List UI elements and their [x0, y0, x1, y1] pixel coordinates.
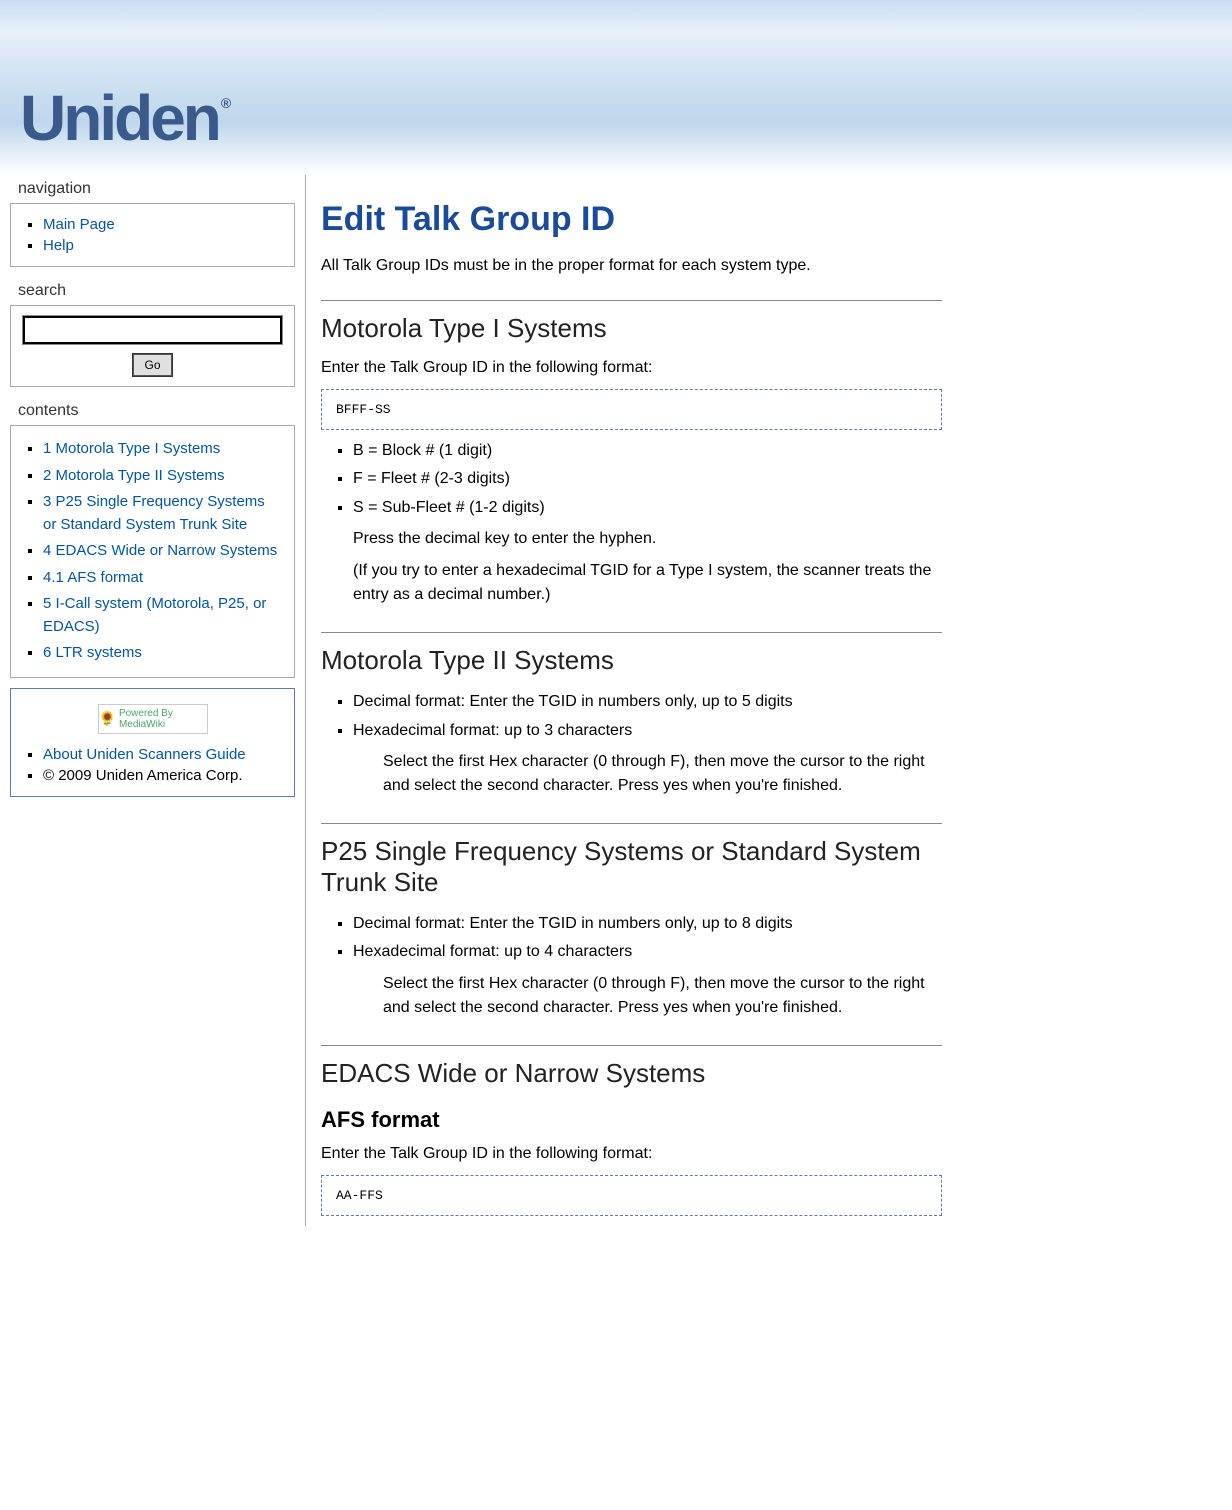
list-item: Hexadecimal format: up to 3 characters S…	[353, 720, 942, 798]
list-item: Decimal format: Enter the TGID in number…	[353, 691, 942, 713]
toc-item[interactable]: 2 Motorola Type II Systems	[43, 467, 224, 484]
nav-box: Main Page Help	[10, 203, 295, 267]
toc-item[interactable]: 1 Motorola Type I Systems	[43, 440, 220, 457]
search-box: Go	[10, 305, 295, 387]
list-item-text: Hexadecimal format: up to 4 characters	[353, 943, 632, 960]
list-item: B = Block # (1 digit)	[353, 440, 942, 462]
toc-item[interactable]: 4 EDACS Wide or Narrow Systems	[43, 542, 277, 559]
intro-text: All Talk Group IDs must be in the proper…	[321, 257, 942, 275]
subsection-heading-afs: AFS format	[321, 1107, 942, 1133]
page-title: Edit Talk Group ID	[321, 200, 942, 239]
search-input[interactable]	[23, 316, 282, 344]
list-item: F = Fleet # (2-3 digits)	[353, 468, 942, 490]
list-item: Decimal format: Enter the TGID in number…	[353, 913, 942, 935]
toc-item[interactable]: 6 LTR systems	[43, 644, 142, 661]
toc-item[interactable]: 3 P25 Single Frequency Systems or Standa…	[43, 493, 265, 533]
code-block: AA-FFS	[321, 1175, 942, 1216]
section-heading-type1: Motorola Type I Systems	[321, 300, 942, 344]
copyright-text: © 2009 Uniden America Corp.	[43, 767, 243, 784]
nav-heading: navigation	[10, 175, 295, 203]
section-lead: Enter the Talk Group ID in the following…	[321, 1145, 942, 1163]
brand-logo: Uniden	[20, 81, 228, 155]
sidebar: navigation Main Page Help search Go cont…	[0, 175, 305, 1226]
nav-help[interactable]: Help	[43, 237, 74, 254]
note-text: Select the first Hex character (0 throug…	[383, 972, 942, 1020]
list-item-text: S = Sub-Fleet # (1-2 digits)	[353, 499, 545, 516]
section-lead: Enter the Talk Group ID in the following…	[321, 359, 942, 377]
mediawiki-badge[interactable]: Powered By MediaWiki	[98, 704, 208, 734]
contents-box: 1 Motorola Type I Systems 2 Motorola Typ…	[10, 425, 295, 678]
section-heading-type2: Motorola Type II Systems	[321, 632, 942, 676]
page-header: Uniden	[0, 0, 1232, 175]
about-link[interactable]: About Uniden Scanners Guide	[43, 746, 246, 763]
note-text: Press the decimal key to enter the hyphe…	[353, 527, 942, 551]
footer-box: Powered By MediaWiki About Uniden Scanne…	[10, 688, 295, 797]
toc-item[interactable]: 5 I-Call system (Motorola, P25, or EDACS…	[43, 595, 266, 635]
list-item: S = Sub-Fleet # (1-2 digits) Press the d…	[353, 497, 942, 607]
main-content: Edit Talk Group ID All Talk Group IDs mu…	[305, 175, 972, 1226]
go-button[interactable]: Go	[133, 354, 171, 376]
list-item-text: Hexadecimal format: up to 3 characters	[353, 722, 632, 739]
note-text: Select the first Hex character (0 throug…	[383, 750, 942, 798]
contents-heading: contents	[10, 397, 295, 425]
section-heading-p25: P25 Single Frequency Systems or Standard…	[321, 823, 942, 898]
note-text: (If you try to enter a hexadecimal TGID …	[353, 559, 942, 607]
section-heading-edacs: EDACS Wide or Narrow Systems	[321, 1045, 942, 1089]
code-block: BFFF-SS	[321, 389, 942, 430]
search-heading: search	[10, 277, 295, 305]
nav-main-page[interactable]: Main Page	[43, 216, 115, 233]
list-item: Hexadecimal format: up to 4 characters S…	[353, 941, 942, 1019]
toc-item[interactable]: 4.1 AFS format	[43, 569, 143, 586]
